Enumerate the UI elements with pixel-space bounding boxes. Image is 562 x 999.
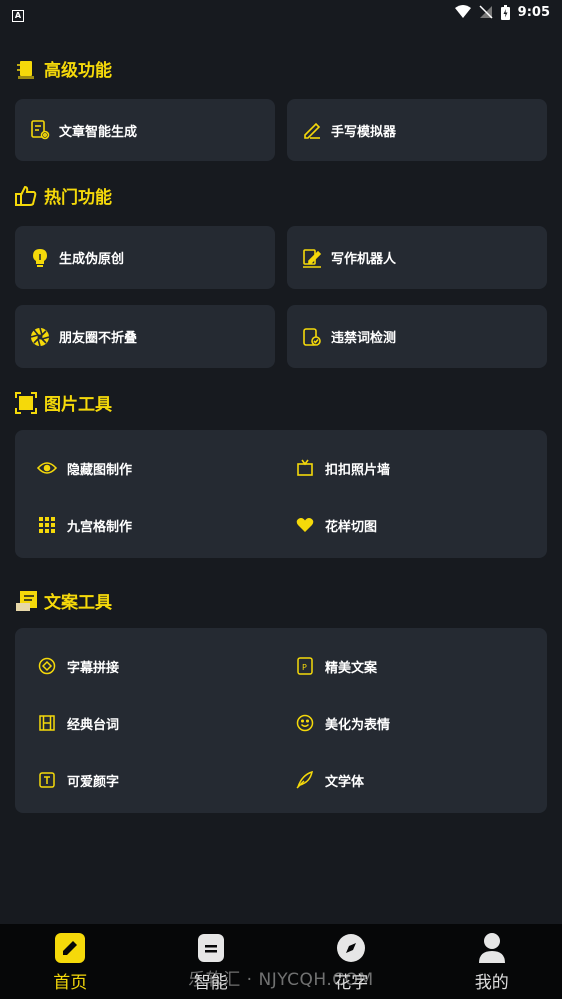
copy-tag-icon: P [295,656,315,676]
document-icon [195,932,227,964]
no-signal-icon [479,5,493,19]
pen-icon [301,119,323,141]
card-label: 手写模拟器 [331,124,397,140]
writing-robot-icon [301,247,323,269]
clock: 9:05 [517,4,550,20]
card-moments-no-fold[interactable]: 朋友圈不折叠 [15,305,275,368]
aperture-icon [29,326,51,348]
section-title-advanced: 高级功能 [14,56,112,81]
nav-fancy-text[interactable]: 花字 [281,924,422,999]
thumbs-up-icon [14,184,38,208]
tool-nine-grid[interactable]: 九宫格制作 [37,515,132,535]
quill-icon [295,770,315,790]
card-banned-word-check[interactable]: 违禁词检测 [287,305,547,368]
tool-fancy-cut[interactable]: 花样切图 [295,515,377,535]
tool-label: 文学体 [325,774,365,790]
grid-icon [37,515,57,535]
tool-label: 精美文案 [325,660,378,676]
tool-beautify-emoji[interactable]: 美化为表情 [295,713,390,733]
user-icon [476,932,508,964]
image-tools-panel: 隐藏图制作 扣扣照片墙 九宫格制作 花样切图 [15,430,547,558]
wifi-icon [454,5,471,18]
section-title-hot: 热门功能 [14,183,112,208]
card-label: 生成伪原创 [59,252,125,267]
tool-hidden-image[interactable]: 隐藏图制作 [37,458,132,478]
nav-home[interactable]: 首页 [0,924,141,999]
battery-icon [500,4,510,20]
notebook-icon [14,57,38,81]
tool-subtitle-join[interactable]: 字幕拼接 [37,656,119,676]
tool-cute-kaomoji[interactable]: 可爱颜字 [37,770,119,790]
tool-label: 美化为表情 [325,717,391,733]
card-writing-robot[interactable]: 写作机器人 [287,226,547,289]
tool-label: 花样切图 [325,519,378,535]
tool-label: 九宫格制作 [67,519,133,535]
section-title-copy-tools: 文案工具 [14,588,112,613]
section-title-label: 图片工具 [44,395,112,415]
lightbulb-icon [29,247,51,269]
card-label: 文章智能生成 [59,124,138,140]
tool-label: 扣扣照片墙 [325,462,391,478]
smiley-icon [295,713,315,733]
tool-classic-lines[interactable]: 经典台词 [37,713,119,733]
card-handwriting-simulator[interactable]: 手写模拟器 [287,99,547,161]
text-box-icon [37,770,57,790]
section-title-label: 热门功能 [44,188,112,208]
nav-label: 首页 [53,973,88,993]
nav-label: 智能 [193,973,228,993]
section-title-label: 文案工具 [44,593,112,613]
section-title-label: 高级功能 [44,61,112,81]
bottom-nav: 首页 智能 花字 我的 [0,924,562,999]
card-label: 写作机器人 [331,252,397,267]
tool-label: 隐藏图制作 [67,462,133,478]
card-label: 违禁词检测 [331,331,397,346]
frame-icon [14,391,38,415]
note-icon [14,589,38,613]
shield-check-icon [301,326,323,348]
nav-smart[interactable]: 智能 [141,924,282,999]
subtitle-icon [37,656,57,676]
nav-mine[interactable]: 我的 [422,924,562,999]
film-icon [37,713,57,733]
pencil-icon [54,932,86,964]
tool-literary-style[interactable]: 文学体 [295,770,364,790]
copy-tools-panel: 字幕拼接 P 精美文案 经典台词 美化为表情 可爱颜字 文学体 [15,628,547,813]
tool-qq-photo-wall[interactable]: 扣扣照片墙 [295,458,390,478]
nav-label: 我的 [474,973,509,993]
tv-frame-icon [295,458,315,478]
card-label: 朋友圈不折叠 [59,331,138,346]
section-title-image-tools: 图片工具 [14,390,112,415]
status-bar: A 9:05 [0,0,562,24]
card-article-generate[interactable]: 文章智能生成 [15,99,275,161]
svg-text:P: P [302,663,307,672]
eye-icon [37,458,57,478]
compass-icon [335,932,367,964]
notification-icon: A [12,9,24,22]
nav-label: 花字 [334,973,369,993]
tool-label: 字幕拼接 [67,660,120,676]
tool-beautiful-copy[interactable]: P 精美文案 [295,656,377,676]
heart-icon [295,515,315,535]
card-pseudo-original[interactable]: 生成伪原创 [15,226,275,289]
tool-label: 可爱颜字 [67,774,120,790]
document-gear-icon [29,119,51,141]
tool-label: 经典台词 [67,717,120,733]
